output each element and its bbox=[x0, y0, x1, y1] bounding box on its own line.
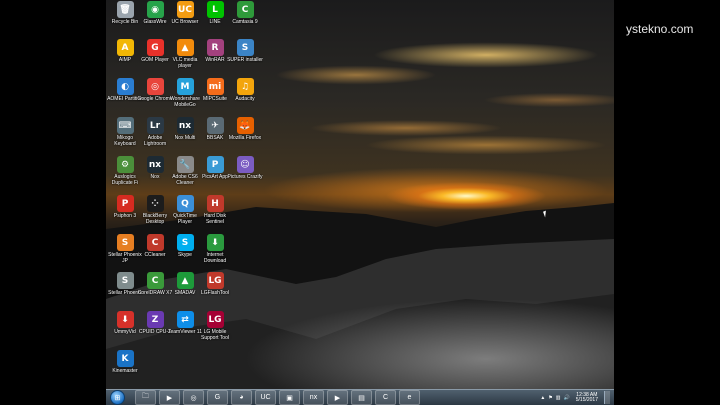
cleaner-tool-icon: 🔧 bbox=[176, 156, 194, 173]
blackberry-icon: ⁘ bbox=[146, 195, 164, 212]
lg-mobile-icon: LG bbox=[206, 311, 224, 328]
teamviewer-icon: ⇄ bbox=[176, 311, 194, 328]
sentinel-icon: H bbox=[206, 195, 224, 212]
idm-icon: ⬇ bbox=[206, 234, 224, 251]
tray-network-icon[interactable]: ▥ bbox=[556, 395, 561, 401]
camtasia-icon: C bbox=[236, 1, 254, 18]
clock-date: 5/15/2017 bbox=[575, 396, 598, 403]
tray-arrow-icon[interactable]: ▲ bbox=[540, 395, 545, 401]
desktop-icon-lg-mobile[interactable]: LG LG Mobile Support Tool bbox=[198, 311, 232, 349]
auslogics-icon: ⚙ bbox=[116, 156, 134, 173]
desktop-icon-sentinel[interactable]: H Hard Disk Sentinel bbox=[198, 195, 232, 233]
aomei-icon: ◐ bbox=[116, 78, 134, 95]
desktop[interactable]: 🗑 Recycle Bin ◉ GlassWire UC UC Browser L LINE C… bbox=[106, 0, 614, 389]
crazify-icon: ☺ bbox=[236, 156, 254, 173]
nox-taskbar-icon[interactable]: nx bbox=[303, 390, 324, 405]
desktop-icon-crazify[interactable]: ☺ Pictures Crazify bbox=[227, 156, 263, 194]
desktop-icon-camtasia[interactable]: C Camtasia 9 bbox=[228, 1, 262, 39]
nox-multi-icon: nx bbox=[176, 117, 194, 134]
picsart-icon: P bbox=[206, 156, 224, 173]
desktop-icon-audacity[interactable]: ♫ Audacity bbox=[228, 78, 262, 116]
taskbar: ⊞ 🗀 ▶ ◎ G ◕ UC ▣ nx ▶ ▤ Ce ▲ ⚑ ▥ 🔊 12:38 AM 5/15/2… bbox=[106, 389, 614, 405]
glasswire-icon: ◉ bbox=[146, 1, 164, 18]
desktop-icon-label: LG Mobile Support Tool bbox=[201, 329, 229, 341]
desktop-icon-label: Pictures Crazify bbox=[227, 174, 263, 180]
desktop-icon-label: Mozilla Firefox bbox=[228, 135, 262, 141]
winrar-icon: R bbox=[206, 39, 224, 56]
desktop-icon-label: Audacity bbox=[235, 96, 255, 102]
camtasia-taskbar-icon[interactable]: ▶ bbox=[327, 390, 348, 405]
smadav-icon: ▲ bbox=[176, 272, 194, 289]
ummyvid-icon: ⬇ bbox=[116, 311, 134, 328]
psiphon-icon: P bbox=[116, 195, 134, 212]
gom-taskbar-icon[interactable]: G bbox=[207, 390, 228, 405]
system-tray: ▲ ⚑ ▥ 🔊 12:38 AM 5/15/2017 bbox=[540, 390, 610, 405]
lightroom-icon: Lr bbox=[146, 117, 164, 134]
desktop-icon-label: SUPER installer bbox=[227, 57, 263, 63]
desktop-icon-label: Camtasia 9 bbox=[232, 19, 258, 25]
clock[interactable]: 12:38 AM 5/15/2017 bbox=[575, 392, 598, 403]
quicktime-icon: Q bbox=[176, 195, 194, 212]
uc-taskbar-icon[interactable]: UC bbox=[255, 390, 276, 405]
bbsak-icon: ✈ bbox=[206, 117, 224, 134]
super-icon: S bbox=[236, 39, 254, 56]
app-taskbar-icon[interactable]: ▣ bbox=[279, 390, 300, 405]
kinemaster-icon: K bbox=[116, 350, 134, 367]
cpuz-icon: Z bbox=[146, 311, 164, 328]
ccleaner-icon: C bbox=[146, 234, 164, 251]
desktop-icon-label: Kinemaster bbox=[112, 368, 138, 374]
audacity-icon: ♫ bbox=[236, 78, 254, 95]
skype-icon: S bbox=[176, 234, 194, 251]
watermark: ystekno.com bbox=[626, 22, 694, 36]
keyboard-icon: ⌨ bbox=[116, 117, 134, 134]
uc-browser-icon: UC bbox=[176, 1, 194, 18]
chrome-icon: ◎ bbox=[146, 78, 164, 95]
desktop-icon-label: LGFlashTool bbox=[200, 290, 230, 296]
vlc-icon: ▲ bbox=[176, 39, 194, 56]
desktop-icon-firefox[interactable]: 🦊 Mozilla Firefox bbox=[228, 117, 262, 155]
taskbar-pinned-items: 🗀 ▶ ◎ G ◕ UC ▣ nx ▶ ▤ Ce bbox=[135, 390, 423, 405]
desktop-icon-super[interactable]: S SUPER installer bbox=[227, 39, 263, 77]
line-icon: L bbox=[206, 1, 224, 18]
desktop-icon-kinemaster[interactable]: K Kinemaster bbox=[108, 350, 142, 388]
coreldraw-icon: C bbox=[146, 272, 164, 289]
camtasia-recorder-taskbar-icon[interactable]: C bbox=[375, 390, 396, 405]
stellar-jp-icon: S bbox=[116, 234, 134, 251]
chrome-taskbar-icon[interactable]: ◎ bbox=[183, 390, 204, 405]
lgflashtool-icon: LG bbox=[206, 272, 224, 289]
nox-icon: nx bbox=[146, 156, 164, 173]
desktop-icon-lgflashtool[interactable]: LG LGFlashTool bbox=[198, 272, 232, 310]
stellar-icon: S bbox=[116, 272, 134, 289]
mobilego-icon: M bbox=[176, 78, 194, 95]
mipcsuite-icon: mi bbox=[206, 78, 224, 95]
media-taskbar-icon[interactable]: ▶ bbox=[159, 390, 180, 405]
explorer-taskbar-icon[interactable]: 🗀 bbox=[135, 390, 156, 405]
desktop-icon-label: Hard Disk Sentinel bbox=[204, 213, 226, 225]
photos-taskbar-icon[interactable]: ▤ bbox=[351, 390, 372, 405]
start-button[interactable]: ⊞ bbox=[110, 390, 125, 405]
tray-volume-icon[interactable]: 🔊 bbox=[564, 395, 570, 401]
tray-flag-icon[interactable]: ⚑ bbox=[548, 395, 552, 401]
show-desktop-button[interactable] bbox=[604, 391, 610, 404]
edge-taskbar-icon[interactable]: e bbox=[399, 390, 420, 405]
firefox-icon: 🦊 bbox=[236, 117, 254, 134]
recycle-bin-icon: 🗑 bbox=[116, 1, 134, 18]
desktop-icon-idm[interactable]: ⬇ Internet Download bbox=[198, 234, 232, 272]
firefox-taskbar-icon[interactable]: ◕ bbox=[231, 390, 252, 405]
aimp-icon: A bbox=[116, 39, 134, 56]
desktop-icon-label: Internet Download bbox=[203, 252, 227, 264]
gom-player-icon: G bbox=[146, 39, 164, 56]
